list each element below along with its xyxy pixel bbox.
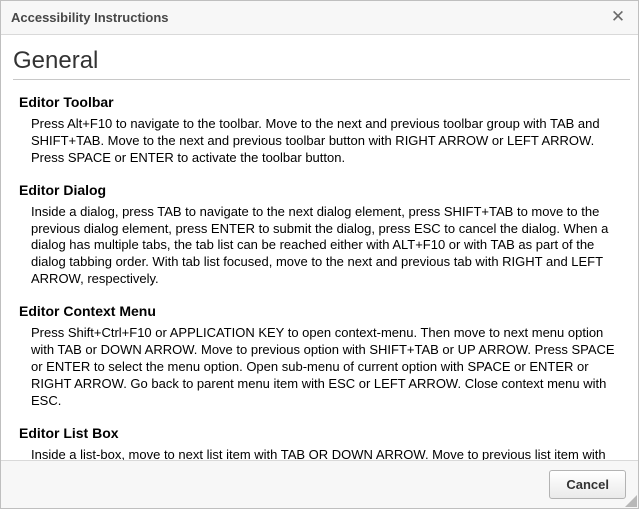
section-body: Inside a dialog, press TAB to navigate t…	[19, 204, 624, 288]
section-body: Press Alt+F10 to navigate to the toolbar…	[19, 116, 624, 167]
section-body: Press Shift+Ctrl+F10 or APPLICATION KEY …	[19, 325, 624, 409]
section-heading: Editor Dialog	[19, 182, 624, 198]
resize-grip-icon[interactable]	[625, 495, 637, 507]
section-body: Inside a list-box, move to next list ite…	[19, 447, 624, 460]
dialog-title: Accessibility Instructions	[11, 10, 608, 25]
close-icon[interactable]: ✕	[608, 8, 628, 28]
dialog-footer: Cancel	[1, 460, 638, 508]
section-heading: Editor Context Menu	[19, 303, 624, 319]
dialog-content-scroll[interactable]: General Editor Toolbar Press Alt+F10 to …	[1, 35, 638, 460]
cancel-button[interactable]: Cancel	[549, 470, 626, 499]
page-title: General	[13, 47, 630, 80]
dialog-titlebar: Accessibility Instructions ✕	[1, 1, 638, 35]
section-heading: Editor List Box	[19, 425, 624, 441]
section-editor-toolbar: Editor Toolbar Press Alt+F10 to navigate…	[13, 94, 630, 167]
section-editor-context-menu: Editor Context Menu Press Shift+Ctrl+F10…	[13, 303, 630, 409]
section-editor-list-box: Editor List Box Inside a list-box, move …	[13, 425, 630, 460]
section-heading: Editor Toolbar	[19, 94, 624, 110]
accessibility-dialog: Accessibility Instructions ✕ General Edi…	[0, 0, 639, 509]
section-editor-dialog: Editor Dialog Inside a dialog, press TAB…	[13, 182, 630, 288]
